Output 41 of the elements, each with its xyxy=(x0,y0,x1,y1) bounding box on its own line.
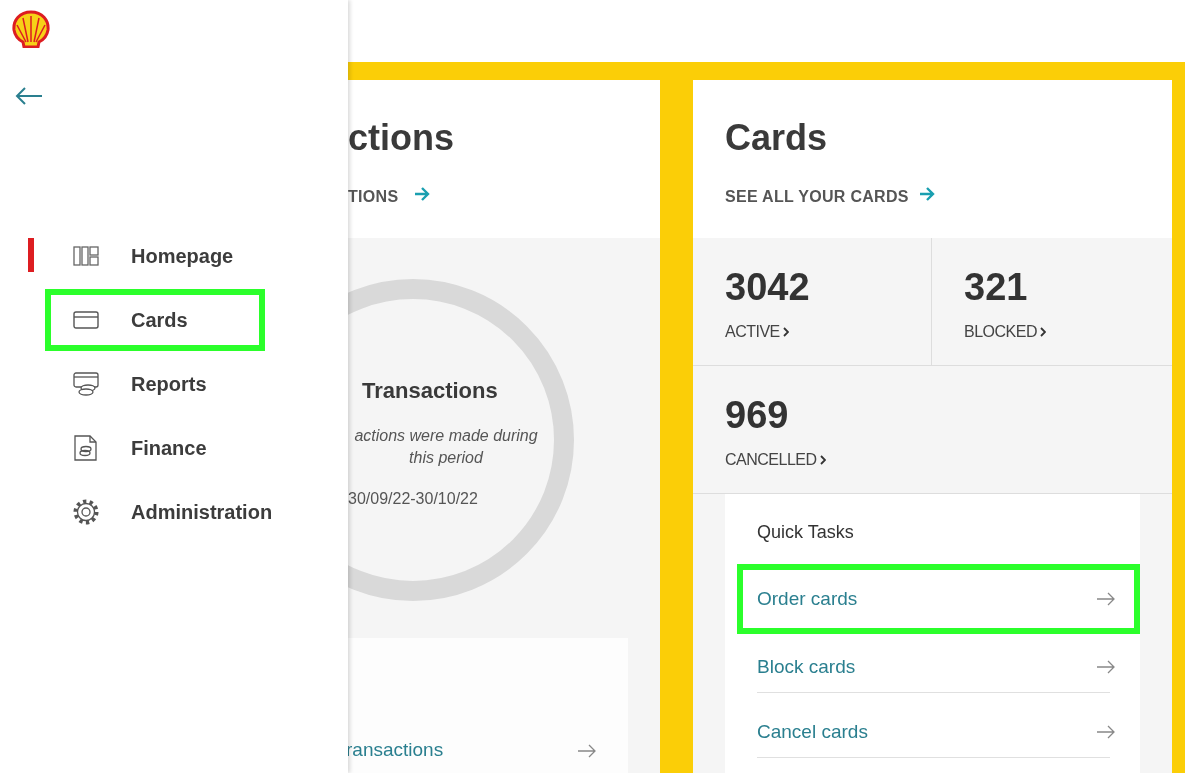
arrow-right-icon xyxy=(1096,592,1116,606)
nav-item[interactable]: Reports xyxy=(45,353,265,415)
chevron-right-icon xyxy=(819,455,826,465)
columns-icon xyxy=(73,245,99,267)
chevron-right-icon xyxy=(782,327,789,337)
quick-task-item[interactable]: Block cards xyxy=(737,634,1140,699)
arrow-right-icon xyxy=(414,187,430,201)
back-arrow-icon[interactable] xyxy=(15,86,43,106)
quick-task-item[interactable]: Cancel cards xyxy=(737,699,1140,764)
arrow-right-icon xyxy=(577,744,597,758)
shell-logo-icon xyxy=(11,10,51,48)
arrow-right-icon xyxy=(919,187,935,201)
nav-item[interactable]: Administration xyxy=(45,481,291,543)
stat-tile[interactable]: 3042 ACTIVE xyxy=(693,238,932,366)
quick-task-item[interactable]: Order cards xyxy=(737,564,1140,634)
nav-item[interactable]: Cards xyxy=(45,289,265,351)
stat-value: 3042 xyxy=(725,266,811,309)
stat-value: 969 xyxy=(725,394,790,437)
stat-tile[interactable]: 321 BLOCKED xyxy=(932,238,1172,366)
see-all-link[interactable]: TIONS xyxy=(348,188,399,206)
see-all-link[interactable]: SEE ALL YOUR CARDS xyxy=(725,188,909,206)
summary-text: actions were made during this period xyxy=(353,426,539,468)
nav-item[interactable]: Homepage xyxy=(45,225,265,287)
task-link[interactable]: ransactions xyxy=(348,739,444,761)
quick-tasks-title: Quick Tasks xyxy=(757,522,855,544)
period-text: 30/09/22-30/10/22 xyxy=(348,490,478,508)
arrow-right-icon xyxy=(1096,724,1116,739)
stat-label: CANCELLED xyxy=(725,451,817,469)
chevron-right-icon xyxy=(1039,327,1046,337)
credit-card-icon xyxy=(73,309,99,331)
settings-icon xyxy=(73,499,99,525)
document-coins-icon xyxy=(73,435,99,461)
panel-title: ctions xyxy=(348,117,454,159)
arrow-right-icon xyxy=(1096,659,1116,674)
card-coins-icon xyxy=(73,372,99,396)
stat-value: 321 xyxy=(964,266,1029,309)
panel-title: Cards xyxy=(725,117,828,159)
stat-label: BLOCKED xyxy=(964,323,1037,341)
summary-title: Transactions xyxy=(362,378,498,404)
stat-label: ACTIVE xyxy=(725,323,780,341)
nav-item[interactable]: Finance xyxy=(45,417,265,479)
